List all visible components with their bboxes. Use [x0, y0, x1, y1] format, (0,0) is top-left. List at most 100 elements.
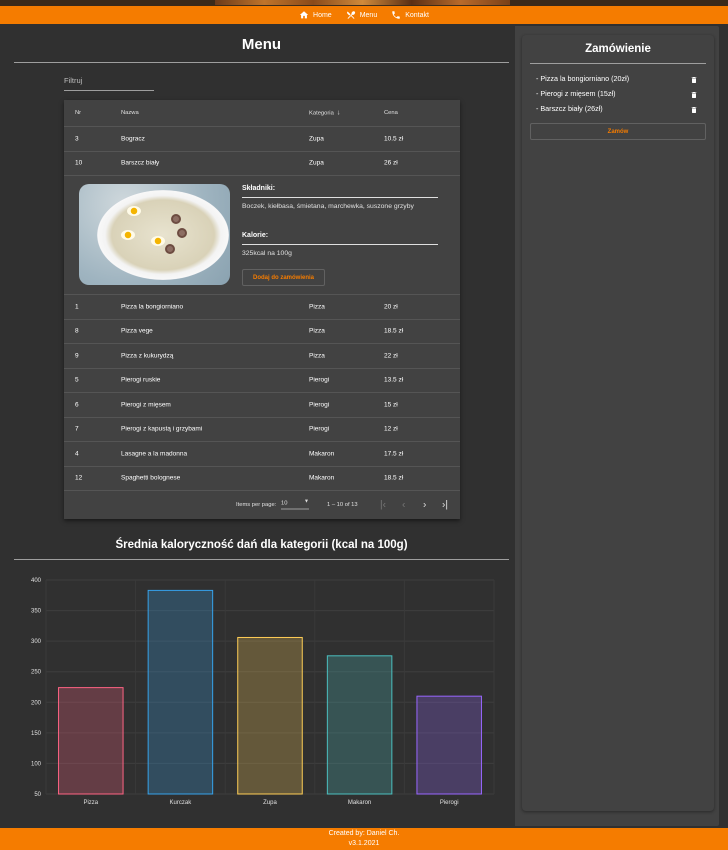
home-icon — [299, 11, 309, 19]
page-range: 1 – 10 of 13 — [327, 502, 358, 508]
trash-icon[interactable] — [690, 75, 698, 85]
column-header-name[interactable]: Nazwa — [121, 110, 139, 116]
cell-nr: 9 — [75, 352, 79, 360]
table-row[interactable]: 7 Pierogi z kapustą i grzybami Pierogi 12 z… — [64, 418, 460, 442]
bar-zupa[interactable] — [237, 636, 303, 795]
column-header-category[interactable]: Kategoria ↓ — [309, 110, 340, 117]
cell-nr: 10 — [75, 159, 83, 167]
cell-price: 20 zł — [384, 303, 398, 311]
cell-category: Pierogi — [309, 376, 330, 384]
table-row[interactable]: 1 Pizza la bongiorniano Pizza 20 zł — [64, 295, 460, 320]
table-header-row: Nr Nazwa Kategoria ↓ Cena — [64, 100, 460, 127]
bar-kurczak[interactable] — [147, 589, 214, 795]
calorie-bar-chart: 400 350 300 250 200 150 100 50 Pizza Kurczak Zupa M… — [31, 578, 495, 806]
cell-name: Pizza z kukurydzą — [121, 352, 174, 360]
cell-category: Pierogi — [309, 425, 330, 433]
cell-category: Zupa — [309, 159, 324, 167]
cell-name: Lasagne a la madonna — [121, 450, 188, 458]
filter-input[interactable]: Filtruj — [64, 76, 154, 91]
next-page-icon[interactable]: › — [423, 500, 426, 511]
page-size-select[interactable]: 10 ▼ — [281, 499, 309, 510]
table-row[interactable]: 6 Pierogi z mięsem Pierogi 15 zł — [64, 393, 460, 418]
column-header-nr[interactable]: Nr — [75, 110, 81, 116]
title-divider — [14, 62, 509, 63]
footer-version: v3.1.2021 — [348, 840, 380, 847]
last-page-icon[interactable]: ›| — [442, 500, 448, 511]
prev-page-icon[interactable]: ‹ — [402, 500, 405, 511]
y-tick-label: 50 — [34, 792, 41, 798]
cell-category: Pizza — [309, 327, 325, 335]
nav-menu[interactable]: Menu — [346, 10, 377, 20]
calories-text: 325kcal na 100g — [242, 250, 292, 257]
menu-table: Nr Nazwa Kategoria ↓ Cena 3 Bogracz Zupa 10.… — [64, 100, 460, 519]
bar-makaron[interactable] — [326, 655, 393, 795]
trash-icon[interactable] — [690, 90, 698, 100]
cell-price: 18.5 zł — [384, 474, 404, 482]
footer-author: Created by: Daniel Ch. — [328, 830, 400, 837]
order-title: Zamówienie — [585, 43, 651, 55]
order-item: - Pizza la bongiorniano (20zł) — [536, 74, 706, 86]
table-row[interactable]: 12 Spaghetti bolognese Makaron 18.5 zł — [64, 467, 460, 491]
order-item: - Pierogi z mięsem (15zł) — [536, 89, 706, 101]
sausage-slice — [165, 244, 175, 254]
expanded-dish-detail: Składniki: Boczek, kiełbasa, śmietana, m… — [64, 176, 460, 295]
order-divider — [530, 63, 706, 64]
table-row[interactable]: 5 Pierogi ruskie Pierogi 13.5 zł — [64, 369, 460, 393]
x-tick-label: Zupa — [263, 800, 277, 806]
cell-price: 17.5 zł — [384, 450, 404, 458]
table-row[interactable]: 10 Barszcz biały Zupa 26 zł — [64, 152, 460, 176]
cell-nr: 8 — [75, 327, 79, 335]
dish-photo — [79, 184, 230, 285]
cell-nr: 12 — [75, 474, 83, 482]
nav-contact-label: Kontakt — [405, 11, 429, 19]
column-header-price[interactable]: Cena — [384, 110, 398, 116]
cell-category: Makaron — [309, 450, 335, 458]
y-tick-label: 400 — [31, 578, 42, 584]
order-panel: Zamówienie - Pizza la bongiorniano (20zł… — [522, 35, 714, 811]
order-item: - Barszcz biały (26zł) — [536, 104, 706, 116]
cell-category: Pizza — [309, 303, 325, 311]
cell-nr: 4 — [75, 450, 79, 458]
bar-pierogi[interactable] — [416, 695, 482, 795]
order-item-label: - Barszcz biały (26zł) — [536, 104, 603, 113]
y-tick-label: 200 — [31, 700, 42, 706]
cell-price: 22 zł — [384, 352, 398, 360]
egg-slice — [151, 236, 165, 246]
egg-slice — [121, 230, 135, 240]
nav-home[interactable]: Home — [299, 10, 332, 20]
cell-category: Pizza — [309, 352, 325, 360]
sausage-slice — [171, 214, 181, 224]
cell-name: Pizza vege — [121, 327, 153, 335]
add-to-order-button[interactable]: Dodaj do zamówienia — [242, 269, 325, 286]
cell-price: 12 zł — [384, 425, 398, 433]
cell-category: Zupa — [309, 135, 324, 143]
x-tick-label: Pierogi — [440, 800, 459, 806]
nav-home-label: Home — [313, 11, 332, 19]
chart-title: Średnia kaloryczność dań dla kategorii (… — [115, 539, 408, 551]
order-submit-button[interactable]: Zamów — [530, 123, 706, 140]
table-row[interactable]: 4 Lasagne a la madonna Makaron 17.5 zł — [64, 442, 460, 467]
top-navbar: Home Menu Kontakt — [0, 6, 728, 24]
cell-price: 15 zł — [384, 401, 398, 409]
ingredients-divider — [242, 197, 438, 198]
cell-name: Pierogi z mięsem — [121, 401, 171, 409]
first-page-icon[interactable]: |‹ — [380, 500, 386, 511]
order-item-label: - Pierogi z mięsem (15zł) — [536, 89, 616, 98]
table-row[interactable]: 8 Pizza vege Pizza 18.5 zł — [64, 320, 460, 344]
cell-price: 13.5 zł — [384, 376, 404, 384]
table-row[interactable]: 9 Pizza z kukurydzą Pizza 22 zł — [64, 344, 460, 369]
sausage-slice — [177, 228, 187, 238]
x-tick-label: Kurczak — [170, 800, 193, 806]
x-tick-label: Makaron — [348, 800, 371, 806]
nav-contact[interactable]: Kontakt — [391, 10, 429, 20]
bar-pizza[interactable] — [58, 687, 124, 795]
table-row[interactable]: 3 Bogracz Zupa 10.5 zł — [64, 127, 460, 152]
cell-name: Pierogi z kapustą i grzybami — [121, 425, 203, 433]
trash-icon[interactable] — [690, 105, 698, 115]
ingredients-text: Boczek, kiełbasa, śmietana, marchewka, s… — [242, 203, 414, 210]
menu-column: Menu Filtruj Nr Nazwa Kategoria ↓ Cena 3 B… — [5, 26, 515, 826]
y-tick-label: 150 — [31, 731, 42, 737]
main-container: Menu Filtruj Nr Nazwa Kategoria ↓ Cena 3 B… — [5, 26, 719, 826]
cell-name: Pizza la bongiorniano — [121, 303, 184, 311]
cutlery-icon — [346, 11, 355, 19]
